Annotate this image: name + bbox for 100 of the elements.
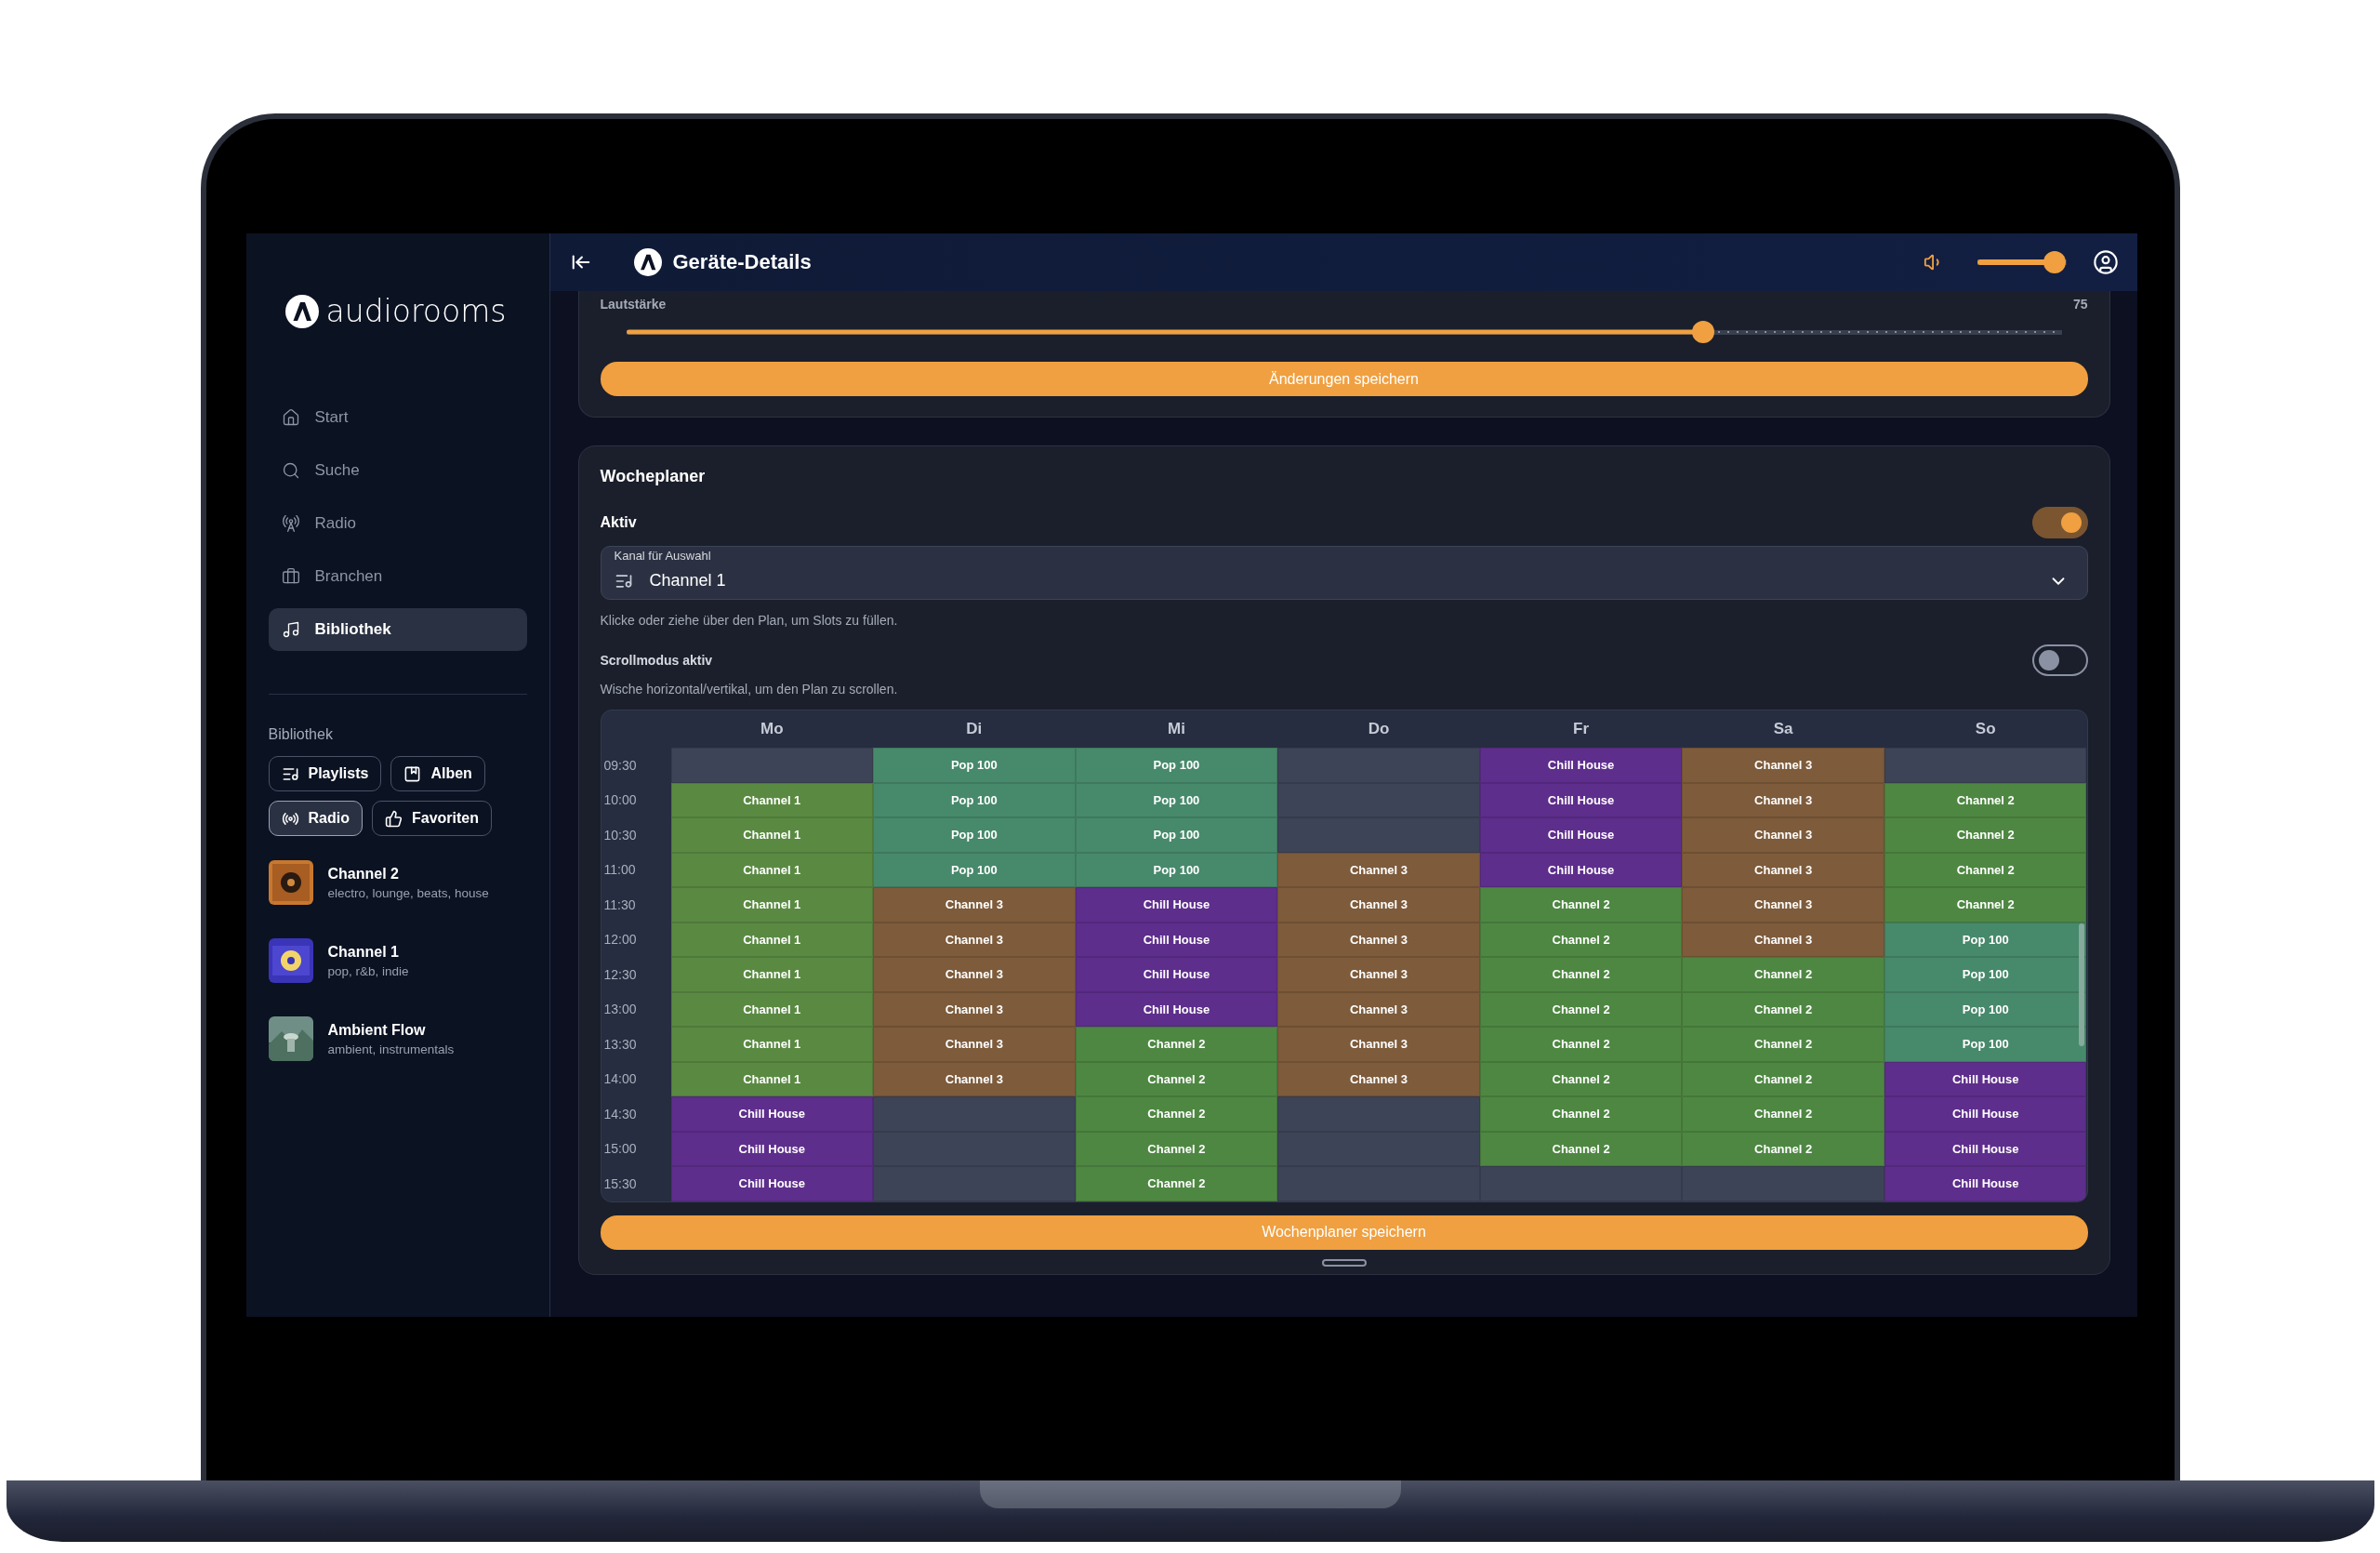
schedule-slot[interactable]: Chill House [670, 1096, 874, 1132]
schedule-slot[interactable]: Channel 2 [1884, 852, 2087, 887]
music-icon [281, 620, 300, 639]
filter-chip[interactable]: Favoriten [371, 801, 492, 836]
schedule-slot[interactable]: Channel 3 [1277, 991, 1480, 1027]
schedule-slot[interactable]: Pop 100 [873, 748, 1076, 783]
schedule-slot[interactable]: Channel 2 [1075, 1096, 1278, 1132]
nav-item[interactable]: Radio [268, 502, 527, 545]
schedule-slot[interactable]: Chill House [1479, 852, 1683, 887]
channel-select[interactable]: Kanal für Auswahl Channel 1 [600, 546, 2088, 600]
schedule-slot[interactable]: Channel 2 [1479, 1061, 1683, 1096]
schedule-slot[interactable]: Pop 100 [1075, 852, 1278, 887]
schedule-slot[interactable]: Channel 2 [1479, 991, 1683, 1027]
schedule-slot[interactable]: Channel 3 [1277, 1027, 1480, 1062]
schedule-slot[interactable]: Channel 1 [670, 887, 874, 923]
library-item-title[interactable]: Ambient Flow [327, 1021, 455, 1039]
library-item-title[interactable]: Channel 2 [327, 865, 489, 883]
schedule-slot[interactable]: Pop 100 [1075, 748, 1278, 783]
schedule-slot[interactable]: Pop 100 [1884, 957, 2087, 992]
schedule-slot[interactable]: Channel 3 [1682, 852, 1884, 887]
schedule-slot[interactable]: Pop 100 [873, 817, 1076, 853]
schedule-slot[interactable]: Channel 3 [873, 1027, 1076, 1062]
schedule-slot[interactable]: Chill House [1479, 782, 1683, 817]
schedule-slot[interactable]: Pop 100 [1884, 991, 2087, 1027]
schedule-slot[interactable]: Channel 3 [1277, 887, 1480, 923]
schedule-slot[interactable]: Pop 100 [1075, 782, 1278, 817]
schedule-slot[interactable]: Channel 3 [873, 957, 1076, 992]
schedule-slot[interactable]: Channel 3 [1277, 922, 1480, 957]
schedule-slot[interactable]: Chill House [1075, 922, 1278, 957]
schedule-slot[interactable]: Chill House [1479, 817, 1683, 853]
schedule-slot[interactable]: Chill House [670, 1166, 874, 1201]
schedule-slot[interactable]: Channel 3 [1682, 887, 1884, 923]
schedule-slot[interactable]: Channel 2 [1682, 1027, 1884, 1062]
schedule-slot[interactable]: Channel 2 [1075, 1027, 1278, 1062]
schedule-slot[interactable]: Channel 2 [1884, 887, 2087, 923]
schedule-slot[interactable]: Channel 3 [873, 922, 1076, 957]
schedule-slot[interactable]: Channel 2 [1682, 991, 1884, 1027]
schedule-slot[interactable]: Pop 100 [873, 782, 1076, 817]
toggle-switch[interactable] [2031, 644, 2088, 676]
schedule-slot[interactable]: Channel 3 [1682, 922, 1884, 957]
schedule-slot[interactable]: Channel 2 [1479, 887, 1683, 923]
filter-chip[interactable]: Radio [268, 801, 363, 836]
schedule-slot[interactable]: Channel 3 [1682, 748, 1884, 783]
drag-handle[interactable] [1321, 1258, 1367, 1267]
slider-thumb[interactable] [2043, 251, 2066, 273]
schedule-slot[interactable]: Channel 2 [1479, 1096, 1683, 1132]
filter-chip[interactable]: Playlists [268, 756, 382, 791]
schedule-slot[interactable]: Pop 100 [873, 852, 1076, 887]
schedule-slot[interactable]: Chill House [1075, 887, 1278, 923]
nav-item[interactable]: Start [268, 396, 527, 439]
slider-thumb[interactable] [1691, 321, 1714, 343]
schedule-slot[interactable]: Chill House [1884, 1061, 2087, 1096]
schedule-slot[interactable]: Channel 2 [1884, 817, 2087, 853]
schedule-slot[interactable]: Pop 100 [1884, 1027, 2087, 1062]
schedule-slot[interactable]: Channel 1 [670, 957, 874, 992]
schedule-slot[interactable]: Channel 3 [873, 991, 1076, 1027]
schedule-slot[interactable]: Channel 3 [1682, 782, 1884, 817]
schedule-slot[interactable]: Chill House [1479, 748, 1683, 783]
schedule-slot[interactable]: Channel 3 [1682, 817, 1884, 853]
schedule-slot[interactable]: Channel 1 [670, 817, 874, 853]
schedule-slot[interactable]: Chill House [1075, 991, 1278, 1027]
schedule-slot[interactable]: Channel 1 [670, 852, 874, 887]
toggle-switch[interactable] [2031, 507, 2088, 538]
schedule-slot[interactable]: Channel 2 [1682, 1096, 1884, 1132]
schedule-slot[interactable]: Channel 3 [873, 1061, 1076, 1096]
library-item-title[interactable]: Channel 1 [327, 943, 409, 961]
schedule-slot[interactable]: Channel 1 [670, 782, 874, 817]
schedule-slot[interactable]: Pop 100 [1884, 922, 2087, 957]
nav-item[interactable]: Bibliothek [268, 608, 527, 651]
schedule-slot[interactable]: Channel 2 [1682, 1131, 1884, 1166]
schedule-slot[interactable]: Pop 100 [1075, 817, 1278, 853]
schedule-slot[interactable]: Channel 2 [1884, 782, 2087, 817]
schedule-slot[interactable]: Channel 2 [1075, 1166, 1278, 1201]
schedule-slot[interactable]: Channel 3 [873, 887, 1076, 923]
scrollbar[interactable] [2078, 923, 2084, 1046]
user-icon[interactable] [2092, 249, 2119, 275]
schedule-slot[interactable]: Channel 3 [1277, 852, 1480, 887]
schedule-slot[interactable]: Chill House [1884, 1166, 2087, 1201]
schedule-slot[interactable]: Channel 2 [1682, 1061, 1884, 1096]
schedule-slot[interactable]: Channel 1 [670, 922, 874, 957]
schedule-slot[interactable]: Channel 1 [670, 991, 874, 1027]
nav-item[interactable]: Suche [268, 449, 527, 492]
filter-chip[interactable]: Alben [390, 756, 485, 791]
schedule-slot[interactable]: Channel 2 [1479, 922, 1683, 957]
schedule-slot[interactable]: Channel 2 [1479, 1027, 1683, 1062]
schedule-slot[interactable]: Channel 2 [1075, 1061, 1278, 1096]
schedule-slot[interactable]: Chill House [1075, 957, 1278, 992]
schedule-slot[interactable]: Channel 2 [1075, 1131, 1278, 1166]
schedule-slot[interactable]: Chill House [1884, 1096, 2087, 1132]
schedule-slot[interactable]: Channel 3 [1277, 1061, 1480, 1096]
schedule-slot[interactable]: Channel 1 [670, 1061, 874, 1096]
schedule-slot[interactable]: Chill House [670, 1131, 874, 1166]
schedule-slot[interactable]: Chill House [1884, 1131, 2087, 1166]
schedule-slot[interactable]: Channel 2 [1682, 957, 1884, 992]
schedule-slot[interactable]: Channel 1 [670, 1027, 874, 1062]
time-label: 12:30 [602, 965, 638, 984]
schedule-slot[interactable]: Channel 2 [1479, 1131, 1683, 1166]
nav-item[interactable]: Branchen [268, 555, 527, 598]
schedule-slot[interactable]: Channel 3 [1277, 957, 1480, 992]
schedule-slot[interactable]: Channel 2 [1479, 957, 1683, 992]
